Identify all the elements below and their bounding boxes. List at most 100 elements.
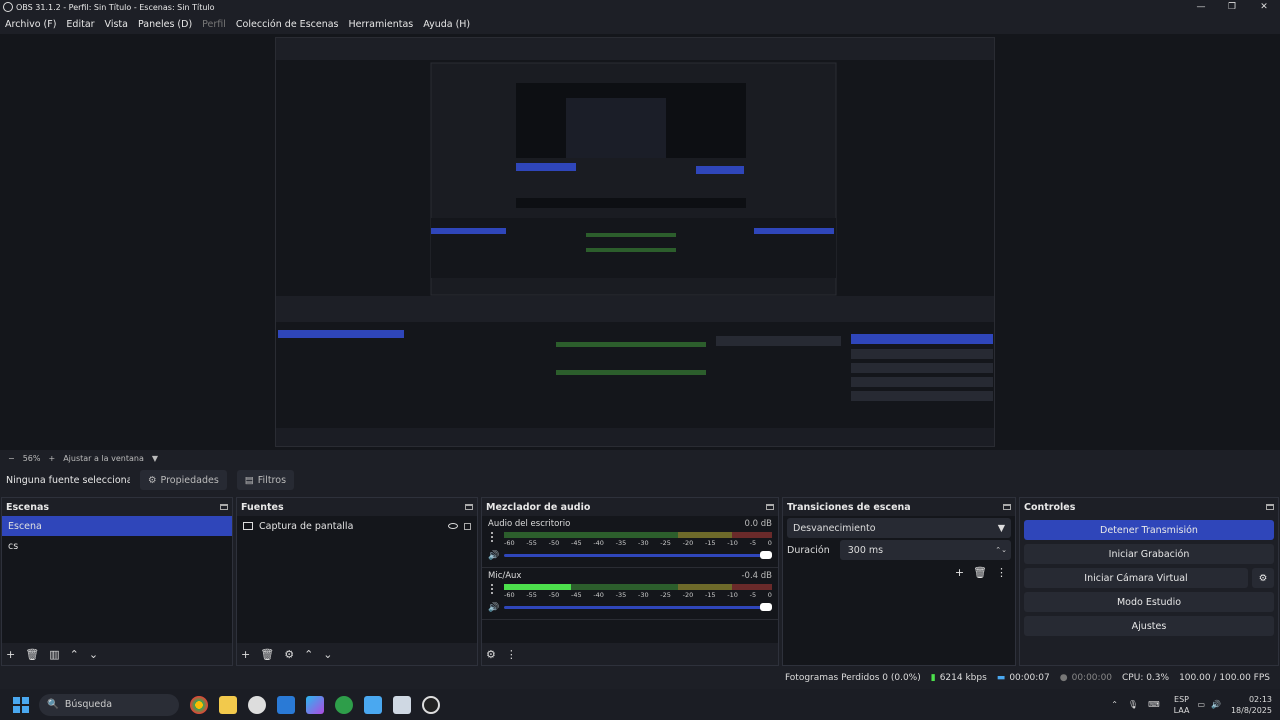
- start-virtual-cam-button[interactable]: Iniciar Cámara Virtual: [1024, 568, 1248, 588]
- controls-title: Controles: [1024, 501, 1076, 513]
- filters-button[interactable]: ▤ Filtros: [236, 470, 295, 490]
- speaker-icon[interactable]: 🔊: [488, 603, 499, 613]
- app-icon[interactable]: [248, 695, 266, 714]
- channel-menu-icon[interactable]: [491, 532, 494, 542]
- mixer-menu-icon[interactable]: ⋮: [506, 648, 517, 661]
- zoom-out-button[interactable]: −: [8, 454, 15, 463]
- maximize-button[interactable]: ❐: [1216, 0, 1248, 14]
- app-window-icon-2[interactable]: [393, 695, 411, 714]
- undock-icon[interactable]: [220, 504, 228, 510]
- undock-icon[interactable]: [465, 504, 473, 510]
- sources-dock-title: Fuentes: [237, 498, 477, 516]
- settings-button[interactable]: Ajustes: [1024, 616, 1274, 636]
- gear-icon[interactable]: ⚙: [1252, 568, 1274, 588]
- lock-icon[interactable]: [464, 522, 471, 530]
- windows-start-icon[interactable]: [13, 696, 29, 713]
- stream-icon: ▬: [996, 673, 1006, 683]
- add-source-icon[interactable]: +: [241, 648, 250, 661]
- stop-stream-button[interactable]: Detener Transmisión: [1024, 520, 1274, 540]
- minimize-button[interactable]: —: [1185, 0, 1217, 14]
- studio-mode-button[interactable]: Modo Estudio: [1024, 592, 1274, 612]
- advanced-audio-icon[interactable]: ⚙: [486, 648, 496, 661]
- trash-icon[interactable]: 🗑: [973, 566, 987, 579]
- volume-slider[interactable]: [504, 551, 772, 559]
- move-down-icon[interactable]: ⌄: [323, 648, 332, 661]
- scale-tick: -60: [504, 591, 515, 599]
- move-up-icon[interactable]: ⌃: [70, 648, 79, 661]
- scale-tick: -15: [704, 591, 716, 599]
- scale-tick: -15: [704, 539, 716, 547]
- undock-icon[interactable]: [1003, 504, 1011, 510]
- sources-title: Fuentes: [241, 501, 284, 513]
- menu-ayuda[interactable]: Ayuda (H): [418, 19, 475, 30]
- duration-spinbox[interactable]: 300 ms ⌃⌄: [839, 540, 1011, 560]
- source-item[interactable]: Captura de pantalla: [237, 516, 477, 536]
- scale-tick: -30: [637, 539, 649, 547]
- volume-slider-handle[interactable]: [760, 603, 772, 611]
- volume-slider[interactable]: [504, 603, 772, 611]
- spin-arrows-icon[interactable]: ⌃⌄: [995, 546, 1007, 554]
- xbox-icon[interactable]: [335, 695, 353, 714]
- zoom-in-button[interactable]: +: [48, 454, 55, 463]
- menu-editar[interactable]: Editar: [61, 19, 99, 30]
- scenes-title: Escenas: [6, 501, 50, 513]
- eye-icon[interactable]: [448, 523, 458, 529]
- channel-menu-icon[interactable]: [491, 584, 494, 594]
- virtual-cam-row: Iniciar Cámara Virtual ⚙: [1024, 568, 1274, 588]
- add-scene-icon[interactable]: +: [6, 648, 15, 661]
- properties-button[interactable]: ⚙ Propiedades: [140, 470, 227, 490]
- trash-icon[interactable]: 🗑: [25, 648, 39, 661]
- fit-to-window-button[interactable]: Ajustar a la ventana: [63, 454, 144, 463]
- filters-label: Filtros: [257, 474, 287, 486]
- signal-icon: ▮: [930, 673, 936, 683]
- undock-icon[interactable]: [1266, 504, 1274, 510]
- obs-icon[interactable]: [422, 695, 440, 714]
- chevron-down-icon[interactable]: ▼: [152, 454, 158, 463]
- menu-archivo[interactable]: Archivo (F): [0, 19, 61, 30]
- app-window-icon[interactable]: [364, 695, 382, 714]
- filter-icon[interactable]: ▥: [49, 648, 59, 661]
- clock[interactable]: 02:13 18/8/2025: [1231, 694, 1272, 716]
- chevron-up-icon[interactable]: ⌃: [1111, 700, 1118, 709]
- scenes-list: Escena cs: [2, 516, 232, 643]
- undock-icon[interactable]: [766, 504, 774, 510]
- volume-slider-handle[interactable]: [760, 551, 772, 559]
- scale-tick: -20: [682, 539, 694, 547]
- menu-paneles[interactable]: Paneles (D): [133, 19, 197, 30]
- chrome-icon[interactable]: [190, 695, 208, 714]
- scale-tick: -45: [570, 539, 582, 547]
- transition-select[interactable]: Desvanecimiento ▼: [787, 518, 1011, 538]
- start-recording-button[interactable]: Iniciar Grabación: [1024, 544, 1274, 564]
- meter-scale: -60 -55 -50 -45 -40 -35 -30 -25 -20 -15 -10 -5 0: [504, 591, 772, 599]
- scene-item[interactable]: Escena: [2, 516, 232, 536]
- trash-icon[interactable]: 🗑: [260, 648, 274, 661]
- volume-icon[interactable]: 🔊: [1211, 700, 1221, 709]
- language-indicator[interactable]: ESP LAA: [1174, 694, 1190, 716]
- transition-menu-icon[interactable]: ⋮: [996, 566, 1007, 579]
- keyboard-icon[interactable]: ⌨: [1148, 700, 1160, 709]
- network-icon[interactable]: ▭: [1197, 700, 1205, 709]
- move-up-icon[interactable]: ⌃: [304, 648, 313, 661]
- source-name: Captura de pantalla: [259, 520, 354, 532]
- vscode-icon[interactable]: [277, 695, 295, 714]
- program-preview[interactable]: [275, 37, 995, 447]
- menu-vista[interactable]: Vista: [100, 19, 133, 30]
- mixer-channel: Audio del escritorio 0.0 dB -60 -55 -50 -45…: [482, 516, 778, 568]
- move-down-icon[interactable]: ⌄: [89, 648, 98, 661]
- file-explorer-icon[interactable]: [219, 695, 237, 714]
- add-transition-icon[interactable]: +: [955, 566, 964, 579]
- gear-icon[interactable]: ⚙: [284, 648, 294, 661]
- scale-tick: -55: [526, 591, 537, 599]
- speaker-icon[interactable]: 🔊: [488, 551, 499, 561]
- menu-herramientas[interactable]: Herramientas: [344, 19, 419, 30]
- scene-item[interactable]: cs: [2, 536, 232, 556]
- menu-perfil[interactable]: Perfil: [197, 19, 231, 30]
- microphone-icon[interactable]: 🎙: [1128, 700, 1138, 709]
- filter-icon: ▤: [244, 474, 254, 486]
- taskbar-search[interactable]: 🔍 Búsqueda: [39, 693, 179, 716]
- properties-label: Propiedades: [160, 474, 219, 486]
- close-button[interactable]: ✕: [1248, 0, 1280, 14]
- transition-selected: Desvanecimiento: [793, 522, 876, 534]
- copilot-icon[interactable]: [306, 695, 324, 714]
- menu-coleccion-escenas[interactable]: Colección de Escenas: [231, 19, 344, 30]
